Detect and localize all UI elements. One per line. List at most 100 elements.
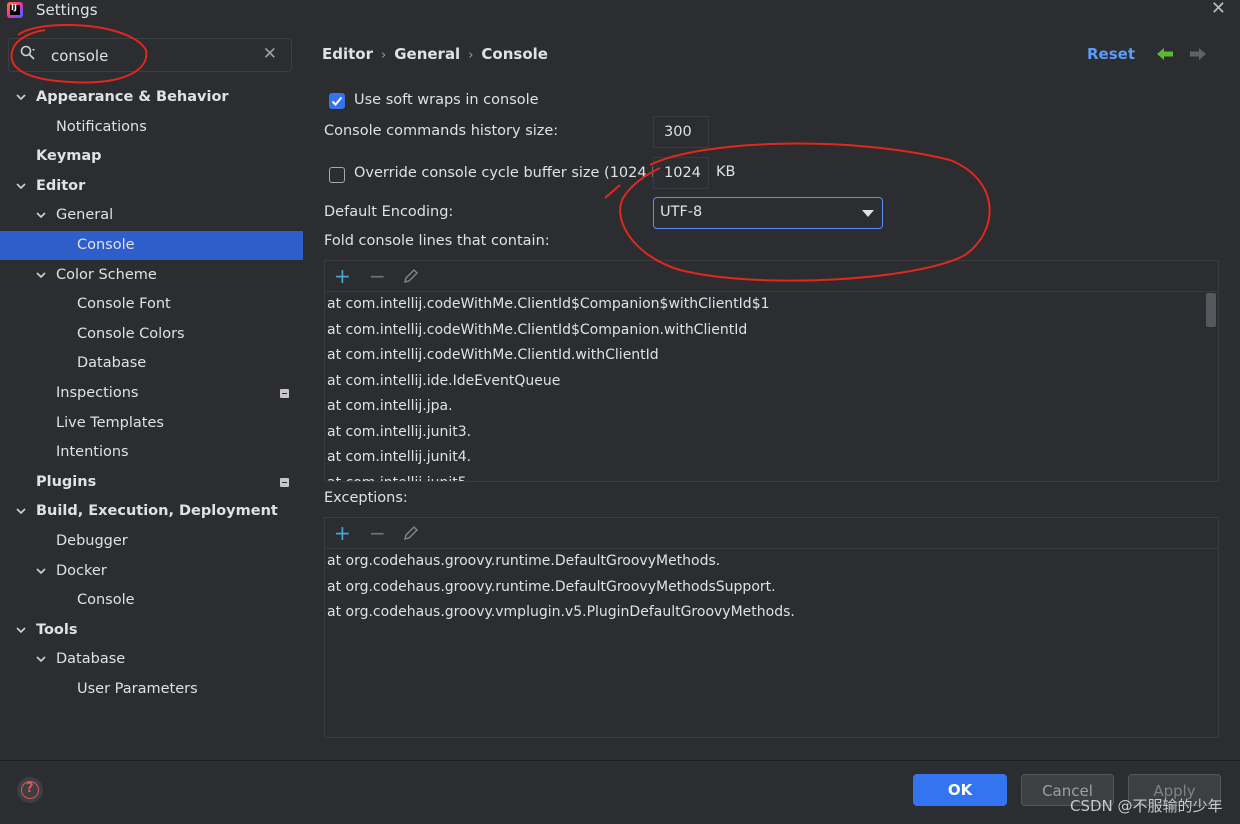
list-item[interactable]: at org.codehaus.groovy.runtime.DefaultGr… — [327, 549, 720, 574]
chevron-down-icon[interactable] — [35, 565, 47, 577]
search-input[interactable]: console — [51, 47, 108, 65]
encoding-dropdown[interactable]: UTF-8 — [653, 197, 883, 229]
edit-pencil-icon[interactable] — [403, 525, 419, 541]
close-window-icon[interactable]: ✕ — [1211, 0, 1226, 19]
tree-item[interactable]: Color Scheme — [0, 261, 303, 290]
chevron-down-icon[interactable] — [35, 653, 47, 665]
tree-item[interactable]: Build, Execution, Deployment — [0, 497, 303, 526]
clear-search-icon[interactable]: ✕ — [263, 44, 277, 64]
tree-item[interactable]: Console Colors — [0, 320, 303, 349]
soft-wraps-checkbox[interactable] — [329, 93, 345, 109]
chevron-down-icon[interactable] — [35, 269, 47, 281]
dropdown-arrow-icon — [862, 210, 874, 217]
checkmark-icon — [331, 96, 343, 106]
tree-item[interactable]: Editor — [0, 172, 303, 201]
breadcrumb-separator-icon: › — [381, 48, 387, 63]
help-icon[interactable]: ? — [17, 777, 43, 803]
tree-item-label: Console Font — [77, 296, 171, 313]
project-scope-icon — [280, 477, 289, 487]
chevron-down-icon[interactable] — [15, 505, 27, 517]
reset-link[interactable]: Reset — [1087, 45, 1135, 63]
fold-lines-panel: + − at com.intellij.codeWithMe.ClientId$… — [324, 260, 1219, 482]
tree-item[interactable]: Live Templates — [0, 409, 303, 438]
remove-icon[interactable]: − — [369, 266, 386, 286]
back-arrow-icon[interactable] — [1156, 46, 1174, 62]
list-item[interactable]: at com.intellij.codeWithMe.ClientId$Comp… — [327, 318, 747, 343]
tree-item-label: Debugger — [56, 533, 128, 549]
list-item[interactable]: at org.codehaus.groovy.vmplugin.v5.Plugi… — [327, 600, 795, 625]
history-size-input[interactable]: 300 — [653, 116, 709, 148]
ok-button[interactable]: OK — [913, 774, 1007, 806]
tree-item[interactable]: Console Font — [0, 290, 303, 319]
tree-item[interactable]: Inspections — [0, 379, 303, 408]
tree-item[interactable]: Debugger — [0, 527, 303, 556]
list-item[interactable]: at com.intellij.junit3. — [327, 420, 471, 445]
scrollbar[interactable] — [1206, 293, 1216, 327]
exceptions-toolbar: + − — [325, 518, 1218, 549]
tree-item[interactable]: Intentions — [0, 438, 303, 467]
dialog-footer: ? OK Cancel Apply CSDN @不服输的少年 — [0, 760, 1240, 824]
chevron-down-icon[interactable] — [15, 624, 27, 636]
add-icon[interactable]: + — [334, 523, 351, 543]
chevron-down-icon[interactable] — [15, 180, 27, 192]
override-buffer-label[interactable]: Override console cycle buffer size (1024… — [354, 165, 676, 181]
tree-item-label: Keymap — [36, 148, 102, 165]
buffer-size-input[interactable]: 1024 — [653, 157, 709, 189]
exceptions-panel: + − at org.codehaus.groovy.runtime.Defau… — [324, 517, 1219, 738]
breadcrumb-general[interactable]: General — [394, 45, 460, 63]
breadcrumb: Editor › General › Console — [322, 45, 548, 63]
project-scope-icon — [280, 389, 289, 398]
tree-item[interactable]: Database — [0, 645, 303, 674]
edit-pencil-icon[interactable] — [403, 268, 419, 284]
watermark: CSDN @不服输的少年 — [1070, 797, 1223, 815]
tree-item-label: Docker — [56, 562, 107, 579]
tree-item-label: General — [56, 207, 114, 224]
tree-item[interactable]: Plugins — [0, 468, 303, 497]
add-icon[interactable]: + — [334, 266, 351, 286]
settings-content: Editor › General › Console Reset Use soft wr… — [304, 26, 1240, 760]
settings-sidebar: console ✕ Appearance & Behavior Notificat… — [0, 26, 303, 760]
list-item[interactable]: at com.intellij.codeWithMe.ClientId$Comp… — [327, 292, 770, 317]
tree-item[interactable]: Database — [0, 349, 303, 378]
list-item[interactable]: at com.intellij.ide.IdeEventQueue — [327, 369, 560, 394]
tree-item[interactable]: Console — [0, 231, 303, 260]
title-bar: IJ Settings ✕ — [0, 0, 1240, 26]
tree-item-label: Live Templates — [56, 414, 164, 431]
tree-item[interactable]: Tools — [0, 616, 303, 645]
tree-item-label: Notifications — [56, 118, 147, 135]
tree-item-label: Console Colors — [77, 325, 185, 342]
tree-item[interactable]: Docker — [0, 557, 303, 586]
settings-search-field[interactable]: console ✕ — [8, 38, 292, 72]
tree-item-label: Intentions — [56, 444, 129, 461]
tree-item-label: Console — [77, 237, 135, 253]
tree-item[interactable]: Console — [0, 586, 303, 615]
fold-toolbar: + − — [325, 261, 1218, 292]
tree-item[interactable]: User Parameters — [0, 675, 303, 704]
buffer-unit-label: KB — [716, 164, 736, 180]
soft-wraps-label[interactable]: Use soft wraps in console — [354, 92, 539, 108]
history-size-label: Console commands history size: — [324, 123, 559, 139]
chevron-down-icon[interactable] — [35, 209, 47, 221]
tree-item-label: Tools — [36, 621, 78, 638]
override-buffer-checkbox[interactable] — [329, 167, 345, 183]
remove-icon[interactable]: − — [369, 523, 386, 543]
tree-item-label: Appearance & Behavior — [36, 89, 229, 105]
chevron-down-icon[interactable] — [15, 91, 27, 103]
tree-item[interactable]: Notifications — [0, 113, 303, 142]
tree-item[interactable]: Appearance & Behavior — [0, 83, 303, 112]
tree-item[interactable]: General — [0, 201, 303, 230]
tree-item-label: User Parameters — [77, 681, 198, 697]
tree-item-label: Editor — [36, 177, 86, 194]
tree-item[interactable]: Keymap — [0, 142, 303, 171]
breadcrumb-editor[interactable]: Editor — [322, 45, 373, 63]
list-item[interactable]: at com.intellij.jpa. — [327, 394, 453, 419]
encoding-value: UTF-8 — [660, 204, 703, 220]
list-item[interactable]: at com.intellij.junit5. — [327, 471, 471, 482]
list-item[interactable]: at com.intellij.codeWithMe.ClientId.with… — [327, 343, 659, 368]
tree-item-label: Database — [77, 355, 147, 372]
forward-arrow-icon[interactable] — [1189, 46, 1207, 62]
breadcrumb-console: Console — [481, 45, 548, 63]
intellij-logo-icon: IJ — [7, 2, 23, 18]
list-item[interactable]: at com.intellij.junit4. — [327, 445, 471, 470]
list-item[interactable]: at org.codehaus.groovy.runtime.DefaultGr… — [327, 575, 776, 600]
